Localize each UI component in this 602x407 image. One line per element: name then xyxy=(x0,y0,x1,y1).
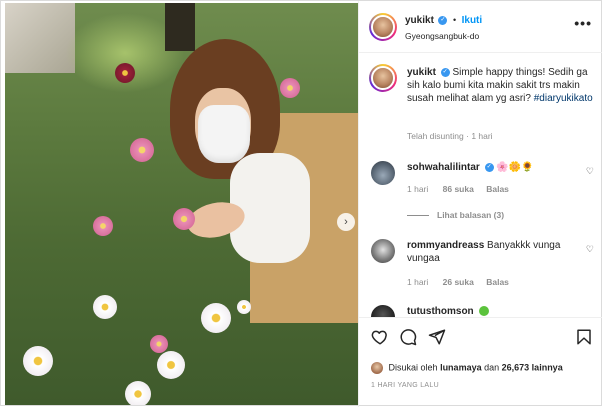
photo-flower xyxy=(150,335,168,353)
photo-flower xyxy=(115,63,135,83)
edited-label: Telah disunting xyxy=(407,131,464,141)
post-header: yukikt ✓ • Ikuti Gyeongsangbuk-do ••• xyxy=(359,1,602,53)
comment-icon[interactable] xyxy=(399,328,417,346)
photo-flower xyxy=(93,216,113,236)
header-author-line: yukikt ✓ • Ikuti xyxy=(405,15,482,26)
divider-line xyxy=(407,215,429,217)
caption-hashtag[interactable]: #diaryukikato xyxy=(534,93,593,104)
comment-meta: 1 hari 86 suka Balas xyxy=(407,184,509,194)
liked-by-avatar[interactable] xyxy=(371,362,383,374)
avatar-image xyxy=(371,66,395,90)
post-window: › yukikt ✓ • Ikuti Gyeongsangbuk-do ••• … xyxy=(0,0,602,407)
comment-time[interactable]: 1 hari xyxy=(407,277,428,287)
meta-separator: · xyxy=(466,131,469,141)
photo-flower xyxy=(23,346,53,376)
reply-button[interactable]: Balas xyxy=(486,277,509,287)
photo-flower xyxy=(201,303,231,333)
liked-by-conj: dan xyxy=(484,362,500,373)
photo-tree-trunk xyxy=(165,3,195,51)
caption-meta: Telah disunting · 1 hari xyxy=(407,131,493,141)
verified-badge-icon: ✓ xyxy=(440,67,450,77)
author-avatar[interactable] xyxy=(369,13,397,41)
comment-like-heart-icon[interactable]: ♡ xyxy=(586,244,594,255)
likes-count[interactable]: 26,673 lainnya xyxy=(502,362,563,372)
heart-icon[interactable] xyxy=(371,328,389,346)
comment-avatar[interactable] xyxy=(371,161,395,185)
comment: tutusthomson xyxy=(407,305,490,317)
photo-flower xyxy=(237,300,251,314)
comment-text: 🌸🌼🌻 xyxy=(496,162,534,173)
comment-like-heart-icon[interactable]: ♡ xyxy=(586,166,594,177)
author-username[interactable]: yukikt xyxy=(405,15,434,26)
send-icon[interactable] xyxy=(428,328,446,346)
comment-author[interactable]: sohwahalilintar xyxy=(407,162,480,173)
chevron-right-icon: › xyxy=(344,216,348,228)
post-time-ago[interactable]: 1 HARI YANG LALU xyxy=(371,382,439,389)
view-replies-button[interactable]: Lihat balasan (3) xyxy=(407,210,504,220)
avatar-image xyxy=(371,15,395,39)
photo-face-mask xyxy=(198,105,250,163)
photo-flower xyxy=(93,295,117,319)
post-sidebar: yukikt ✓ • Ikuti Gyeongsangbuk-do ••• yu… xyxy=(358,1,602,407)
green-heart-emoji-icon xyxy=(479,306,490,317)
photo-flower xyxy=(125,381,151,405)
comment-author[interactable]: tutusthomson xyxy=(407,306,474,317)
verified-badge-icon: ✓ xyxy=(484,162,494,172)
comment-avatar[interactable] xyxy=(371,305,395,317)
comment-likes[interactable]: 86 suka xyxy=(443,184,474,194)
reply-button[interactable]: Balas xyxy=(486,184,509,194)
post-location[interactable]: Gyeongsangbuk-do xyxy=(405,31,479,41)
more-options-icon[interactable]: ••• xyxy=(574,15,592,31)
photo-flower xyxy=(173,208,195,230)
comment-author[interactable]: rommyandreass xyxy=(407,240,484,251)
comment: sohwahalilintar ✓ 🌸🌼🌻 xyxy=(407,161,577,174)
caption-author[interactable]: yukikt xyxy=(407,67,436,78)
photo-shirt xyxy=(230,153,310,263)
verified-badge-icon: ✓ xyxy=(438,16,448,26)
caption-avatar[interactable] xyxy=(369,64,397,92)
liked-by-user[interactable]: lunamaya xyxy=(440,362,482,372)
comment-time[interactable]: 1 hari xyxy=(407,184,428,194)
photo-flower xyxy=(157,351,185,379)
comment-avatar[interactable] xyxy=(371,239,395,263)
next-slide-button[interactable]: › xyxy=(337,213,355,231)
photo-flower xyxy=(280,78,300,98)
comment: rommyandreass Banyakkk vunga vungaa xyxy=(407,239,577,265)
follow-button[interactable]: Ikuti xyxy=(462,15,483,26)
caption: yukikt ✓ Simple happy things! Sedih ga s… xyxy=(407,66,593,105)
bookmark-icon[interactable] xyxy=(575,328,593,346)
view-replies-label: Lihat balasan (3) xyxy=(437,210,505,220)
caption-time[interactable]: 1 hari xyxy=(471,131,492,141)
liked-by-prefix: Disukai oleh xyxy=(388,362,438,373)
post-photo[interactable]: › xyxy=(5,3,358,405)
comment-meta: 1 hari 26 suka Balas xyxy=(407,277,509,287)
comments-list[interactable]: yukikt ✓ Simple happy things! Sedih ga s… xyxy=(359,53,602,317)
action-bar: Disukai oleh lunamaya dan 26,673 lainnya… xyxy=(359,317,602,407)
comment-likes[interactable]: 26 suka xyxy=(443,277,474,287)
header-separator: • xyxy=(452,15,457,25)
photo-flower xyxy=(130,138,154,162)
liked-by-line: Disukai oleh lunamaya dan 26,673 lainnya xyxy=(371,362,563,374)
